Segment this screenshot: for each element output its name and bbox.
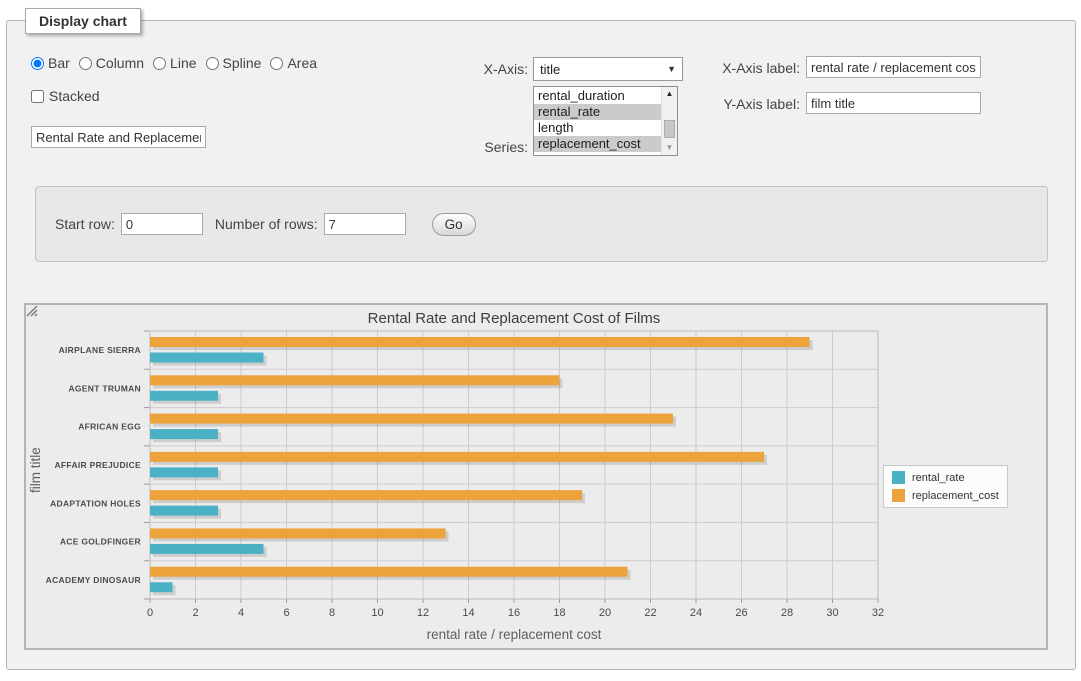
chart-type-label-column: Column — [96, 55, 144, 71]
chart-type-radio-group: Bar Column Line Spline Area — [31, 55, 326, 71]
x-tick-label: 2 — [192, 607, 198, 619]
series-option-rental_rate[interactable]: rental_rate — [534, 104, 661, 120]
category-label: ADAPTATION HOLES — [50, 498, 141, 508]
x-tick-label: 10 — [371, 607, 383, 619]
series-listbox[interactable]: rental_durationrental_ratelengthreplacem… — [533, 86, 678, 156]
start-row-input[interactable] — [121, 213, 203, 235]
num-rows-input[interactable] — [324, 213, 406, 235]
row-range-panel: Start row: Number of rows: Go — [35, 186, 1048, 262]
scroll-up-icon[interactable]: ▲ — [662, 87, 677, 101]
x-tick-label: 22 — [644, 607, 656, 619]
series-listbox-scrollbar[interactable]: ▲ ▼ — [661, 87, 677, 155]
series-option-list: rental_durationrental_ratelengthreplacem… — [534, 87, 661, 155]
x-tick-label: 28 — [781, 607, 793, 619]
resize-handle-icon[interactable] — [26, 305, 38, 317]
stacked-label: Stacked — [49, 88, 100, 104]
legend-swatch-rental_rate — [892, 471, 905, 484]
chart-container: AIRPLANE SIERRA AGENT TRUMAN AFRICAN EGG AF… — [24, 303, 1048, 650]
x-tick-label: 26 — [735, 607, 747, 619]
x-axis-label-field-label: X-Axis label: — [700, 60, 800, 76]
bar-replacement_cost-1 — [150, 375, 559, 385]
series-option-length[interactable]: length — [534, 120, 661, 136]
bar-replacement_cost-3 — [150, 452, 764, 462]
chart-type-label-line: Line — [170, 55, 196, 71]
x-tick-label: 30 — [826, 607, 838, 619]
category-label: AIRPLANE SIERRA — [59, 345, 141, 355]
series-option-replacement_cost[interactable]: replacement_cost — [534, 136, 661, 152]
legend-item-replacement_cost: replacement_cost — [892, 489, 999, 502]
bar-replacement_cost-5 — [150, 528, 446, 538]
bar-replacement_cost-2 — [150, 414, 673, 424]
bar-rental_rate-1 — [150, 391, 218, 401]
chart-type-option-area[interactable]: Area — [270, 55, 317, 71]
scrollbar-thumb[interactable] — [664, 120, 675, 138]
chart-type-label-spline: Spline — [223, 55, 262, 71]
x-tick-label: 8 — [329, 607, 335, 619]
chart-title-input[interactable] — [31, 126, 206, 148]
stacked-option[interactable]: Stacked — [31, 88, 100, 104]
bar-rental_rate-3 — [150, 467, 218, 477]
scroll-down-icon[interactable]: ▼ — [662, 141, 677, 155]
chart-type-option-column[interactable]: Column — [79, 55, 144, 71]
bar-replacement_cost-4 — [150, 490, 582, 500]
legend-label: rental_rate — [912, 472, 965, 484]
chart-title: Rental Rate and Replacement Cost of Film… — [368, 310, 661, 327]
x-tick-label: 32 — [872, 607, 884, 619]
category-label: AGENT TRUMAN — [68, 383, 141, 393]
category-label: AFRICAN EGG — [78, 422, 141, 432]
chart-y-axis-label: film title — [28, 447, 43, 493]
chart-type-option-bar[interactable]: Bar — [31, 55, 70, 71]
category-label: ACE GOLDFINGER — [60, 537, 141, 547]
legend-item-rental_rate: rental_rate — [892, 471, 999, 484]
x-axis-select[interactable]: title ▼ — [533, 57, 683, 81]
x-tick-label: 18 — [553, 607, 565, 619]
series-field-label: Series: — [428, 139, 528, 155]
chart-type-label-area: Area — [287, 55, 317, 71]
bar-rental_rate-2 — [150, 429, 218, 439]
legend-label: replacement_cost — [912, 490, 999, 502]
chart-type-radio-spline[interactable] — [206, 57, 219, 70]
chart-type-radio-bar[interactable] — [31, 57, 44, 70]
chart-type-radio-area[interactable] — [270, 57, 283, 70]
x-tick-label: 0 — [147, 607, 153, 619]
bar-rental_rate-4 — [150, 506, 218, 516]
chart-x-axis-label: rental rate / replacement cost — [427, 627, 602, 642]
x-axis-label-input[interactable] — [806, 56, 981, 78]
stacked-checkbox[interactable] — [31, 90, 44, 103]
category-label: AFFAIR PREJUDICE — [54, 460, 141, 470]
x-tick-label: 16 — [508, 607, 520, 619]
bar-rental_rate-5 — [150, 544, 264, 554]
x-tick-label: 24 — [690, 607, 702, 619]
chart-type-label-bar: Bar — [48, 55, 70, 71]
chart-type-radio-line[interactable] — [153, 57, 166, 70]
x-tick-label: 4 — [238, 607, 244, 619]
chart-type-radio-column[interactable] — [79, 57, 92, 70]
panel-title: Display chart — [25, 8, 141, 34]
y-axis-label-field-label: Y-Axis label: — [700, 96, 800, 112]
bar-rental_rate-0 — [150, 353, 264, 363]
x-tick-label: 6 — [283, 607, 289, 619]
chart-legend: rental_rate replacement_cost — [883, 465, 1008, 508]
bar-replacement_cost-6 — [150, 567, 628, 577]
bar-rental_rate-6 — [150, 582, 173, 592]
chart-type-option-line[interactable]: Line — [153, 55, 196, 71]
num-rows-label: Number of rows: — [215, 216, 318, 232]
x-axis-selected-value: title — [540, 62, 560, 77]
x-tick-label: 14 — [462, 607, 474, 619]
y-axis-label-input[interactable] — [806, 92, 981, 114]
x-tick-label: 12 — [417, 607, 429, 619]
go-button[interactable]: Go — [432, 213, 476, 236]
legend-swatch-replacement_cost — [892, 489, 905, 502]
chart-type-option-spline[interactable]: Spline — [206, 55, 262, 71]
chevron-down-icon: ▼ — [667, 64, 676, 74]
series-option-rental_duration[interactable]: rental_duration — [534, 88, 661, 104]
x-axis-field-label: X-Axis: — [428, 61, 528, 77]
bar-replacement_cost-0 — [150, 337, 810, 347]
category-label: ACADEMY DINOSAUR — [46, 575, 141, 585]
x-tick-label: 20 — [599, 607, 611, 619]
start-row-label: Start row: — [55, 216, 115, 232]
